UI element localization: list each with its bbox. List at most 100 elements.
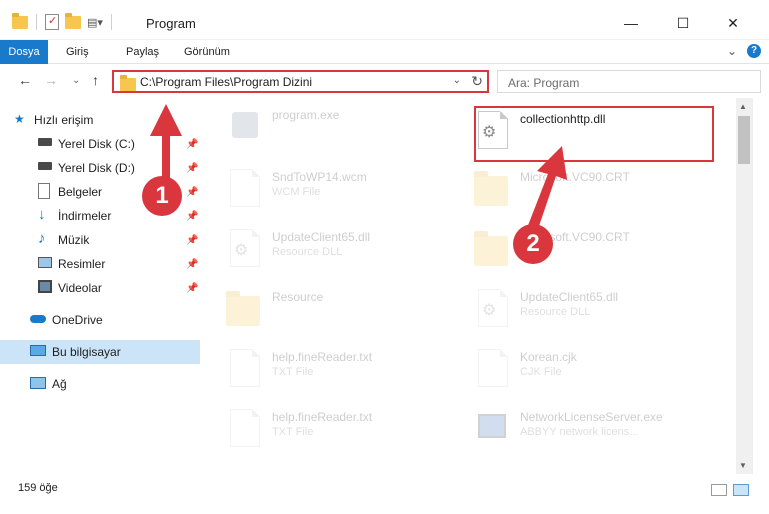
search-input[interactable]: Ara: Program: [497, 70, 761, 93]
scroll-thumb[interactable]: [738, 116, 750, 164]
ribbon-controls: ⌄ ?: [727, 44, 761, 58]
file-item-folder-resource[interactable]: Resource: [226, 286, 466, 336]
pin-icon: 📌: [186, 258, 199, 270]
sidebar-item-label: OneDrive: [52, 313, 103, 327]
sidebar-item-disk-d[interactable]: Yerel Disk (D:) 📌: [0, 156, 200, 180]
pin-icon: 📌: [186, 186, 199, 198]
network-icon: [30, 377, 46, 389]
recent-locations-dropdown[interactable]: ⌄: [72, 75, 80, 86]
tab-view[interactable]: Görünüm: [172, 40, 242, 64]
computer-icon: [30, 345, 46, 356]
divider: [110, 14, 112, 30]
documents-icon: [38, 183, 50, 199]
file-item-help-txt-2[interactable]: help.fineReader.txt TXT File: [226, 406, 466, 456]
minimize-button[interactable]: —: [608, 8, 654, 38]
file-name: UpdateClient65.dll: [272, 230, 371, 244]
file-name: UpdateClient65.dll: [520, 290, 619, 304]
close-button[interactable]: ✕: [710, 8, 756, 38]
file-name: program.exe: [272, 108, 340, 122]
pin-icon: 📌: [186, 234, 199, 246]
maximize-button[interactable]: ☐: [660, 8, 706, 38]
view-switcher: [711, 484, 749, 496]
ribbon: Dosya Giriş Paylaş Görünüm ⌄ ?: [0, 40, 769, 64]
sidebar-item-pictures[interactable]: Resimler 📌: [0, 252, 200, 276]
folder-icon: [120, 75, 136, 91]
help-icon[interactable]: ?: [747, 44, 761, 58]
tab-share[interactable]: Paylaş: [114, 40, 171, 64]
sidebar-item-disk-c[interactable]: Yerel Disk (C:) 📌: [0, 132, 200, 156]
sidebar-item-label: Müzik: [58, 233, 90, 247]
document-icon: [226, 166, 264, 210]
file-name: SndToWP14.wcm: [272, 170, 367, 184]
item-count: 159 öğe: [18, 482, 58, 494]
sidebar-item-label: Resimler: [58, 257, 106, 271]
ribbon-expand-icon[interactable]: ⌄: [727, 44, 737, 58]
scroll-down-icon[interactable]: ▼: [739, 461, 747, 470]
file-name: Microsoft.VC90.CRT: [520, 170, 630, 184]
download-icon: ↓: [38, 206, 46, 223]
star-icon: ★: [14, 112, 25, 126]
back-button[interactable]: ←: [18, 72, 32, 88]
sidebar-item-quick-access[interactable]: ★ Hızlı erişim: [0, 108, 200, 132]
sidebar-item-label: Yerel Disk (C:): [58, 137, 135, 151]
large-icons-view-icon[interactable]: [733, 484, 749, 496]
pictures-icon: [38, 257, 52, 268]
properties-icon[interactable]: [45, 14, 59, 30]
folder-icon[interactable]: [12, 12, 28, 29]
sidebar-item-label: İndirmeler: [58, 209, 112, 223]
forward-button[interactable]: →: [44, 72, 58, 88]
sidebar-item-label: Belgeler: [58, 185, 103, 199]
file-type: ABBYY network licens...: [520, 426, 639, 438]
file-name: help.fineReader.txt: [272, 410, 373, 424]
folder-icon: [226, 286, 264, 330]
tab-file[interactable]: Dosya: [0, 40, 48, 64]
file-type: TXT File: [272, 366, 314, 378]
search-placeholder: Ara: Program: [508, 76, 580, 90]
document-icon: [226, 346, 264, 390]
sidebar-item-this-pc[interactable]: Bu bilgisayar: [0, 340, 200, 364]
title-bar: ▤▾ Program — ☐ ✕: [0, 0, 769, 40]
file-name: Korean.cjk: [520, 350, 577, 364]
sidebar-item-network[interactable]: Ağ: [0, 372, 200, 396]
file-item-wcm[interactable]: SndToWP14.wcm WCM File: [226, 166, 466, 216]
file-item-folder-vc90-2[interactable]: Microsoft.VC90.CRT: [474, 226, 714, 276]
cloud-icon: [30, 315, 46, 323]
file-item-program-exe[interactable]: program.exe: [226, 104, 466, 154]
sidebar-item-videos[interactable]: Videolar 📌: [0, 276, 200, 300]
file-type: TXT File: [272, 426, 314, 438]
file-name: NetworkLicenseServer.exe: [520, 410, 663, 424]
drive-icon: [38, 138, 52, 146]
file-type: Resource DLL: [520, 306, 591, 318]
navigation-pane: ★ Hızlı erişim Yerel Disk (C:) 📌 Yerel D…: [0, 98, 206, 474]
document-icon: [226, 406, 264, 450]
scroll-up-icon[interactable]: ▲: [739, 102, 747, 111]
customize-toolbar-icon[interactable]: ▤▾: [87, 16, 103, 29]
sidebar-item-label: Videolar: [58, 281, 102, 295]
address-dropdown-icon[interactable]: ⌄: [453, 75, 461, 86]
file-item-updateclient-dll[interactable]: ⚙ UpdateClient65.dll Resource DLL: [226, 226, 466, 276]
file-name: Resource: [272, 290, 324, 304]
vertical-scrollbar[interactable]: ▲ ▼: [736, 98, 753, 474]
highlight-box: [474, 106, 714, 162]
sidebar-item-music[interactable]: ♪ Müzik 📌: [0, 228, 200, 252]
file-item-networklicense-exe[interactable]: NetworkLicenseServer.exe ABBYY network l…: [474, 406, 714, 456]
up-button[interactable]: ↑: [92, 72, 99, 88]
folder-icon: [474, 166, 512, 210]
refresh-icon[interactable]: ↻: [471, 73, 483, 90]
folder-icon: [474, 226, 512, 270]
address-bar[interactable]: C:\Program Files\Program Dizini ⌄ ↻: [112, 70, 489, 93]
tab-home[interactable]: Giriş: [54, 40, 101, 64]
pin-icon: 📌: [186, 162, 199, 174]
exe-icon: [226, 104, 264, 148]
sidebar-item-label: Bu bilgisayar: [52, 345, 121, 359]
file-item-help-txt[interactable]: help.fineReader.txt TXT File: [226, 346, 466, 396]
exe-icon: [474, 406, 512, 450]
file-item-korean-cjk[interactable]: Korean.cjk CJK File: [474, 346, 714, 396]
window-title: Program: [146, 16, 196, 31]
file-item-updateclient-dll-2[interactable]: ⚙ UpdateClient65.dll Resource DLL: [474, 286, 714, 336]
new-folder-icon[interactable]: [65, 12, 81, 29]
sidebar-item-onedrive[interactable]: OneDrive: [0, 308, 200, 332]
details-view-icon[interactable]: [711, 484, 727, 496]
dll-file-icon: ⚙: [226, 226, 264, 270]
file-item-folder-vc90[interactable]: Microsoft.VC90.CRT: [474, 166, 714, 216]
